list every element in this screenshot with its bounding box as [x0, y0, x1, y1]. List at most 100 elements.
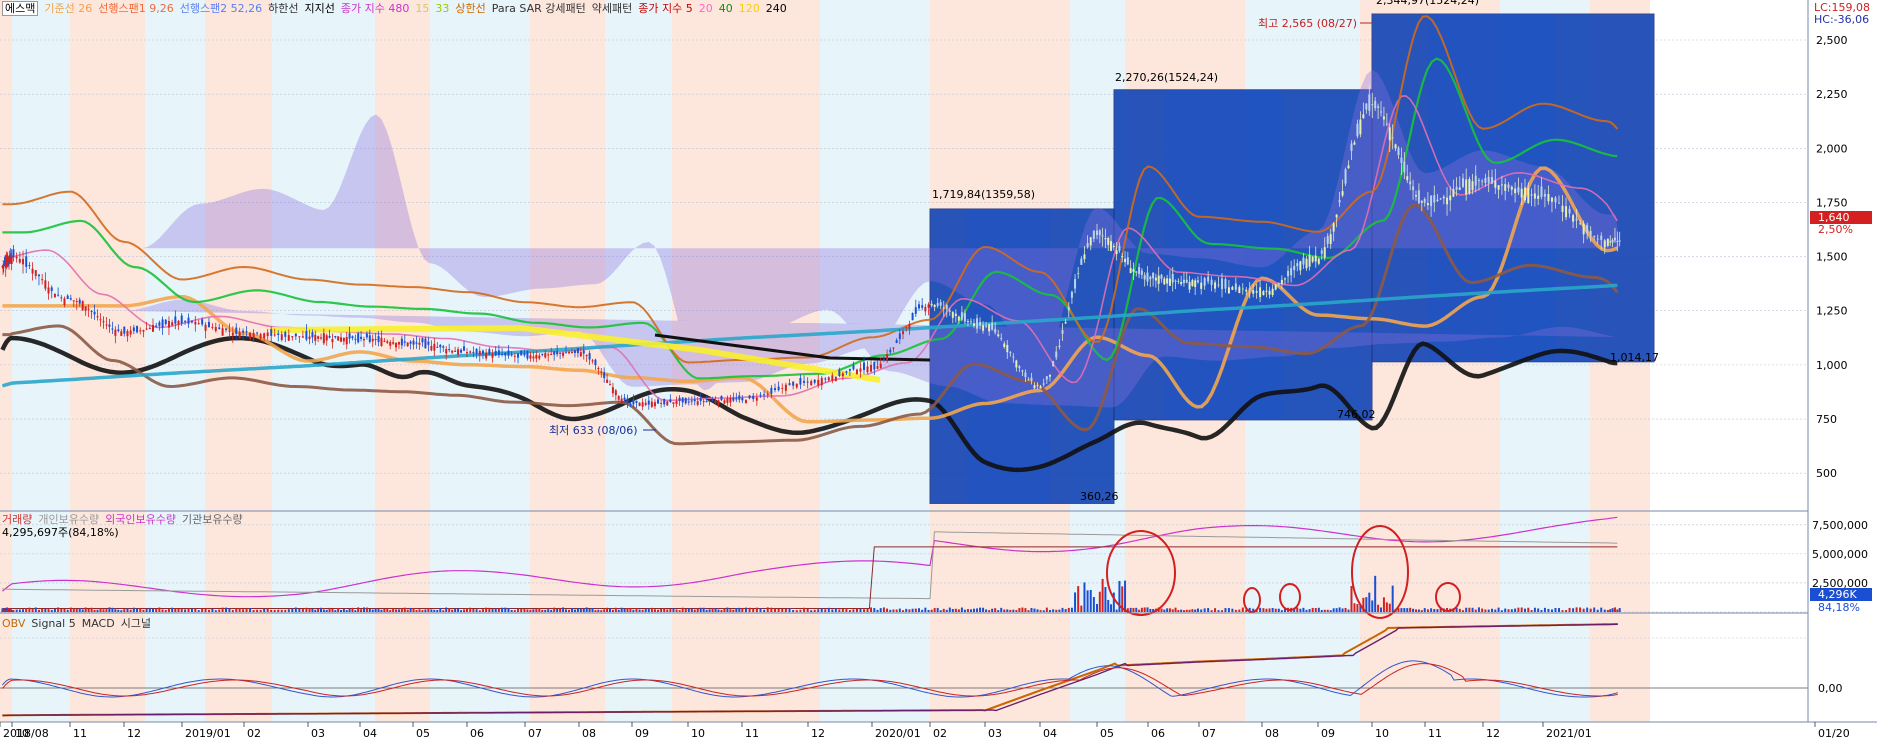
- volume-bar: [1064, 609, 1067, 612]
- volume-legend-item-3[interactable]: 기관보유수량: [182, 513, 243, 526]
- y-tick-label: 1,500: [1816, 251, 1848, 264]
- candle-body: [50, 287, 53, 292]
- stock-name[interactable]: 에스맥: [2, 1, 39, 16]
- volume-bar: [380, 609, 383, 612]
- candle-body: [889, 349, 892, 353]
- candle-body: [1575, 218, 1578, 221]
- background-band: [205, 0, 272, 722]
- x-tick-label: 06: [470, 727, 484, 740]
- volume-bar: [969, 609, 972, 612]
- candle-body: [1006, 344, 1009, 353]
- volume-bar: [1540, 610, 1543, 612]
- obv-legend-item-2[interactable]: MACD: [82, 617, 115, 630]
- candle-body: [1465, 179, 1468, 195]
- volume-bar: [1086, 590, 1089, 612]
- candle-body: [650, 401, 653, 407]
- obv-legend-item-1[interactable]: Signal 5: [31, 617, 75, 630]
- x-tick-label: 2020/01: [875, 727, 921, 740]
- candle-body: [914, 307, 917, 314]
- x-tick-label: 03: [988, 727, 1002, 740]
- price-legend-item-3[interactable]: 하한선: [268, 2, 298, 15]
- volume-bar: [409, 607, 412, 612]
- volume-bar: [579, 609, 582, 612]
- candle-body: [813, 379, 816, 383]
- volume-bar: [723, 608, 726, 612]
- price-legend-item-5[interactable]: 종가 지수 480: [341, 2, 409, 15]
- candle-body: [1227, 287, 1230, 294]
- price-legend-item-0[interactable]: 기준선 26: [44, 2, 92, 15]
- annotation-box3-top: 2,344,97(1524,24): [1376, 0, 1479, 7]
- volume-bar: [235, 608, 238, 612]
- candle-body: [1371, 104, 1374, 106]
- candle-body: [1080, 258, 1083, 265]
- obv-legend-item-0[interactable]: OBV: [2, 617, 25, 630]
- volume-bar: [161, 609, 164, 612]
- candle-body: [951, 312, 954, 318]
- price-legend-item-11[interactable]: 종가 지수 5: [638, 2, 692, 15]
- candle-body: [201, 319, 204, 325]
- price-legend-item-8[interactable]: 상한선: [455, 2, 485, 15]
- volume-legend-item-2[interactable]: 외국인보유수량: [105, 513, 176, 526]
- volume-bar: [158, 607, 161, 612]
- candle-body: [1036, 384, 1039, 387]
- obv-legend-item-3[interactable]: 시그널: [121, 617, 151, 630]
- x-tick-label: 12: [127, 727, 141, 740]
- price-legend-item-7[interactable]: 33: [435, 2, 449, 15]
- x-tick-label: 09: [635, 727, 649, 740]
- volume-bar: [415, 610, 418, 612]
- volume-bar: [795, 610, 798, 612]
- price-legend-item-2[interactable]: 선행스팬2 52,26: [180, 2, 262, 15]
- candle-body: [47, 287, 50, 294]
- volume-bar: [445, 607, 448, 612]
- candle-body: [194, 321, 197, 325]
- volume-bar: [1554, 607, 1557, 612]
- volume-bar: [1185, 609, 1188, 612]
- volume-bar: [463, 609, 466, 612]
- volume-bar: [294, 607, 297, 612]
- volume-bar: [1403, 608, 1406, 612]
- chart-canvas[interactable]: 최고 2,565 (08/27) 최저 633 (08/06) 1,719,84(1…: [0, 0, 1877, 742]
- price-legend-item-9[interactable]: Para SAR 강세패턴: [492, 2, 586, 15]
- volume-legend-item-0[interactable]: 거래량: [2, 513, 32, 526]
- volume-bar: [1484, 609, 1487, 612]
- right-axis: 2,500 2,250 2,000 1,750 1,500 1,250 1,000 750 50…: [1807, 0, 1877, 742]
- candle-body: [726, 398, 729, 403]
- candle-body: [225, 328, 228, 330]
- stock-chart[interactable]: 최고 2,565 (08/27) 최저 633 (08/06) 1,719,84(1…: [0, 0, 1877, 742]
- volume-bar: [504, 607, 507, 612]
- price-legend-item-12[interactable]: 20: [699, 2, 713, 15]
- candle-body: [463, 346, 466, 351]
- volume-bar: [41, 608, 44, 612]
- volume-bar: [148, 607, 151, 612]
- price-legend-item-13[interactable]: 40: [719, 2, 733, 15]
- candle-body: [1241, 288, 1244, 290]
- candle-body: [273, 334, 276, 336]
- volume-bar: [755, 607, 758, 612]
- volume-bar: [123, 609, 126, 612]
- candle-body: [766, 393, 769, 395]
- price-legend-item-4[interactable]: 지지선: [305, 2, 335, 15]
- volume-legend-item-1[interactable]: 개인보유수량: [38, 513, 99, 526]
- price-legend-item-10[interactable]: 약세패턴: [592, 2, 632, 15]
- price-legend-item-15[interactable]: 240: [766, 2, 787, 15]
- candle-body: [623, 397, 626, 401]
- candle-body: [177, 320, 180, 325]
- candle-body: [841, 373, 844, 377]
- volume-bar: [681, 607, 684, 612]
- candle-body: [979, 321, 982, 326]
- candle-body: [570, 351, 573, 353]
- price-legend-item-1[interactable]: 선행스팬1 9,26: [98, 2, 173, 15]
- volume-bar: [360, 609, 363, 612]
- price-legend-item-6[interactable]: 15: [415, 2, 429, 15]
- volume-bar: [354, 610, 357, 612]
- volume-bar: [10, 610, 13, 612]
- candle-body: [1194, 280, 1197, 288]
- price-legend-item-14[interactable]: 120: [739, 2, 760, 15]
- volume-bar: [311, 608, 314, 612]
- candle-body: [1426, 203, 1429, 206]
- candle-body: [1086, 243, 1089, 248]
- candle-body: [717, 400, 720, 405]
- candle-body: [497, 350, 500, 356]
- volume-bar: [424, 609, 427, 612]
- volume-bar: [784, 608, 787, 612]
